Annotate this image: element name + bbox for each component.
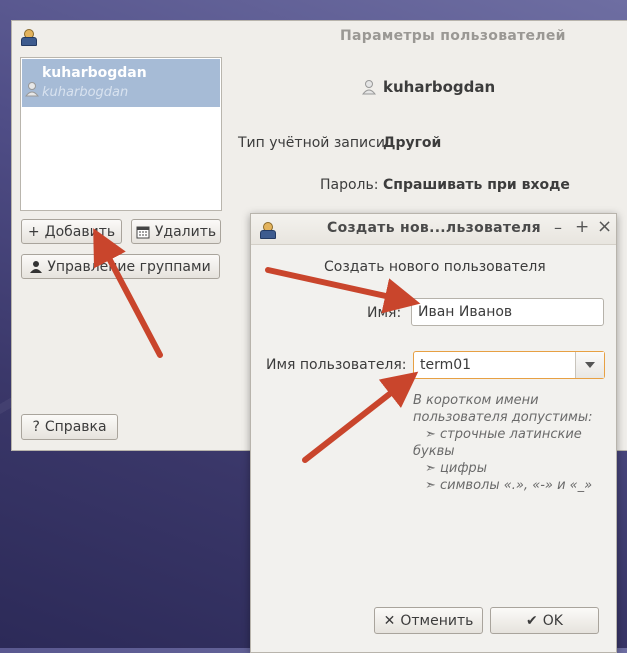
- user-list[interactable]: kuharbogdan kuharbogdan: [20, 57, 222, 211]
- user-list-item-name: kuharbogdan: [42, 65, 147, 81]
- add-user-button[interactable]: + Добавить: [21, 219, 122, 244]
- dialog-titlebar[interactable]: Создать нов...льзователя – + ×: [251, 214, 616, 245]
- cancel-icon: ✕: [383, 612, 396, 629]
- hint-item-symbols: ➣ символы «.», «-» и «_»: [425, 478, 593, 493]
- username-combo[interactable]: term01: [413, 351, 605, 379]
- plus-icon: +: [27, 223, 40, 240]
- account-type-label: Тип учётной записи:: [238, 135, 390, 151]
- hint-item-digits: ➣ цифры: [425, 461, 487, 476]
- user-avatar-icon: [25, 82, 39, 97]
- maximize-button[interactable]: +: [575, 217, 589, 237]
- user-icon: [362, 80, 376, 95]
- username-label: Имя пользователя:: [266, 357, 407, 373]
- password-label: Пароль:: [320, 177, 379, 193]
- manage-groups-label: Управление группами: [47, 258, 211, 275]
- users-app-icon: [20, 28, 37, 46]
- create-user-dialog: Создать нов...льзователя – + × Создать н…: [250, 213, 617, 653]
- cancel-button[interactable]: ✕ Отменить: [374, 607, 483, 634]
- ok-label: OK: [542, 612, 563, 629]
- checkmark-icon: ✔: [526, 612, 538, 629]
- dialog-app-icon: [259, 221, 276, 239]
- selected-username: kuharbogdan: [383, 78, 496, 96]
- hint-line-1: В коротком имени: [413, 393, 539, 408]
- username-hint: В коротком имени пользователя допустимы:…: [413, 392, 608, 494]
- delete-user-label: Удалить: [154, 223, 217, 240]
- hint-line-2: пользователя допустимы:: [413, 410, 593, 425]
- hint-item-lowercase: ➣ строчные латинские: [425, 427, 582, 442]
- user-list-item-subtitle: kuharbogdan: [42, 85, 129, 100]
- hint-item-lowercase-cont: буквы: [413, 444, 455, 459]
- delete-user-button[interactable]: Удалить: [131, 219, 221, 244]
- dialog-heading: Создать нового пользователя: [324, 259, 546, 275]
- main-window-title: Параметры пользователей: [340, 28, 566, 44]
- close-button[interactable]: ×: [597, 216, 612, 237]
- dialog-title: Создать нов...льзователя: [327, 220, 541, 236]
- name-label: Имя:: [367, 305, 402, 321]
- chevron-down-icon: [585, 362, 595, 368]
- minimize-button[interactable]: –: [554, 218, 562, 237]
- help-button[interactable]: ? Справка: [21, 414, 118, 440]
- calendar-delete-icon: [136, 226, 150, 238]
- ok-button[interactable]: ✔ OK: [490, 607, 599, 634]
- username-value[interactable]: term01: [414, 357, 575, 373]
- help-label: Справка: [44, 419, 107, 435]
- account-type-value[interactable]: Другой: [383, 135, 441, 151]
- help-icon: ?: [32, 419, 40, 435]
- manage-groups-button[interactable]: Управление группами: [21, 254, 220, 279]
- main-titlebar[interactable]: Параметры пользователей: [12, 21, 627, 51]
- add-user-label: Добавить: [44, 223, 116, 240]
- username-dropdown[interactable]: [575, 352, 604, 378]
- person-icon: [30, 261, 43, 273]
- cancel-label: Отменить: [400, 612, 474, 629]
- user-list-item[interactable]: kuharbogdan kuharbogdan: [22, 59, 220, 107]
- name-field[interactable]: Иван Иванов: [411, 298, 604, 326]
- password-value[interactable]: Спрашивать при входе: [383, 177, 570, 193]
